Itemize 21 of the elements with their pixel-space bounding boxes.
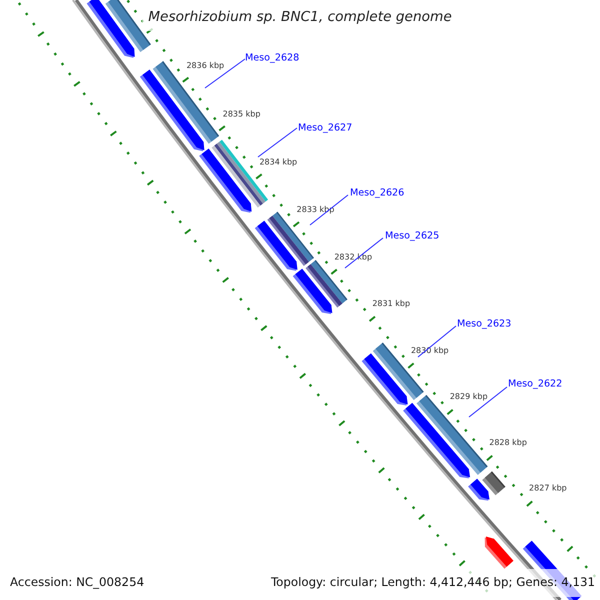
- tick-label: 2829 kbp: [450, 392, 488, 401]
- gene-arrow: [86, 0, 135, 58]
- gene-label: Meso_2628: [245, 52, 300, 64]
- gene-arrow: [484, 536, 514, 569]
- gene-arrow: [254, 220, 298, 271]
- tick-label: 2827 kbp: [529, 483, 567, 492]
- tick-label: 2836 kbp: [186, 61, 224, 70]
- tick-label: 2828 kbp: [489, 438, 527, 447]
- leader-line: [204, 58, 246, 88]
- gene-arrow: [292, 268, 332, 314]
- tick-label: 2831 kbp: [372, 299, 410, 308]
- gene-label: Meso_2627: [298, 122, 352, 134]
- leader-line: [468, 386, 508, 418]
- leader-line: [258, 128, 298, 158]
- gene-label: Meso_2623: [457, 318, 512, 330]
- gene-arrow: [199, 148, 252, 213]
- gene-label: Meso_2626: [350, 188, 404, 199]
- tick-label: 2835 kbp: [222, 109, 260, 118]
- gene-label: Meso_2625: [385, 230, 440, 242]
- tick-label: 2834 kbp: [259, 157, 298, 166]
- gene-label: Meso_2622: [508, 378, 562, 390]
